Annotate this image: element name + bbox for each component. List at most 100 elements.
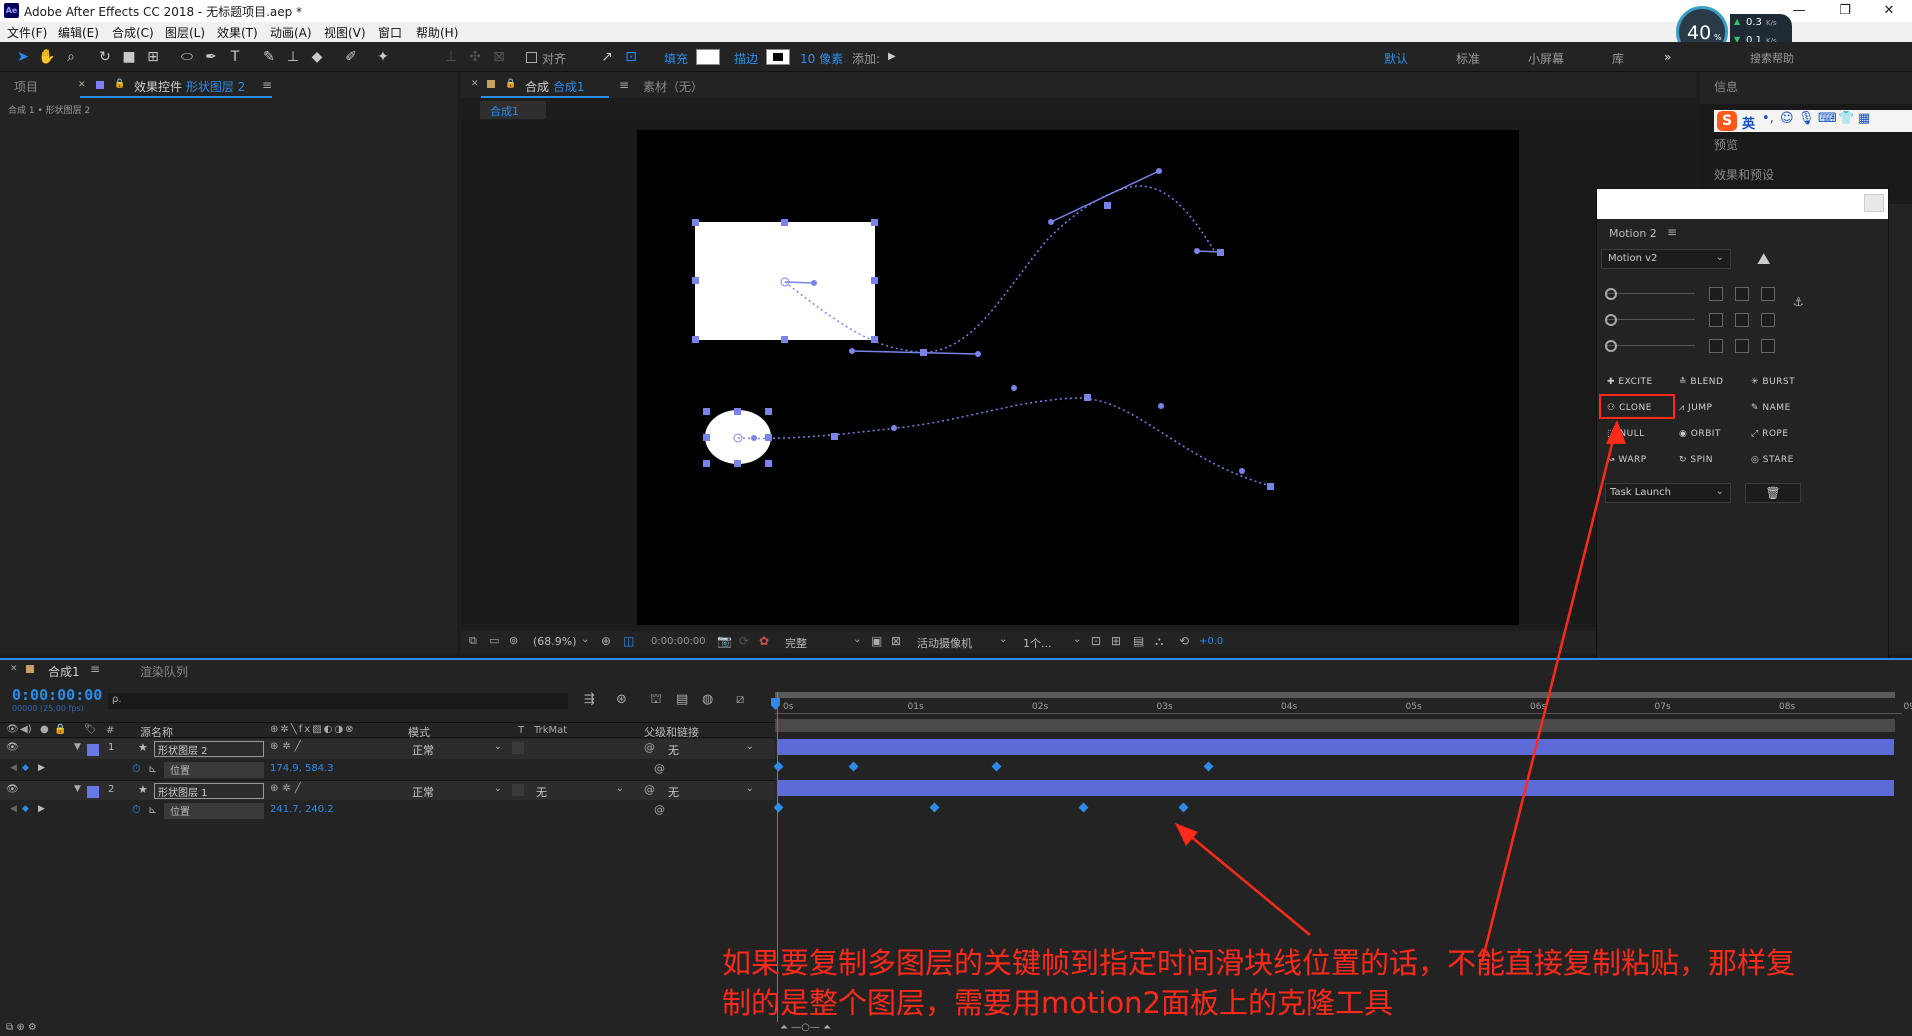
motion-close-button[interactable] <box>1864 194 1884 212</box>
panel-menu-icon[interactable]: ≡ <box>262 78 272 92</box>
hand-tool-icon[interactable]: ✋ <box>38 48 56 66</box>
ime-tools-icon[interactable]: ▦ <box>1858 111 1870 126</box>
easing-slider-1[interactable] <box>1607 293 1695 294</box>
spin-button[interactable]: ↻ SPIN <box>1679 455 1713 465</box>
layer-label-color[interactable] <box>87 786 99 798</box>
vr-icon[interactable]: ⊚ <box>509 634 518 647</box>
zoom-out-icon[interactable]: ⏶ —○— ⏶ <box>780 1022 831 1033</box>
trkmat-select[interactable]: 无 ⌄ <box>534 783 626 799</box>
world-axis-icon[interactable]: ✣ <box>466 48 484 66</box>
pick-whip-icon[interactable]: @ <box>644 741 655 754</box>
position-property-row[interactable]: ◀ ◆ ▶ ⏱ ⊾ 位置 174.9, 584.3 @ <box>0 760 775 780</box>
view-axis-icon[interactable]: ⊠ <box>490 48 508 66</box>
motion-version-select[interactable]: Motion v2 ⌄ <box>1601 249 1731 269</box>
stopwatch-icon[interactable]: ⏱ <box>132 762 141 776</box>
camera-select[interactable]: 活动摄像机 <box>917 635 972 651</box>
expand-twirl-icon[interactable]: ▼ <box>74 742 81 752</box>
add-menu-icon[interactable]: ▶ <box>888 51 896 62</box>
lock-switch-icon[interactable]: 🔒 <box>54 724 66 735</box>
prev-keyframe-icon[interactable]: ◀ <box>10 804 17 814</box>
selection-tool-icon[interactable]: ➤ <box>14 48 32 66</box>
ime-voice-icon[interactable]: 🎙 <box>1798 111 1815 126</box>
views-select[interactable]: 1个... <box>1023 635 1052 651</box>
draft-3d-icon[interactable]: ⊛ <box>616 692 627 707</box>
tab-effect-controls[interactable]: 效果控件 形状图层 2 <box>134 78 245 95</box>
graph-icon[interactable]: ⊾ <box>148 762 157 775</box>
add-keyframe-icon[interactable]: ◆ <box>22 804 29 814</box>
layer-label-color[interactable] <box>87 744 99 756</box>
blend-mode-select[interactable]: 正常 ⌄ <box>408 741 504 757</box>
monitor-icon[interactable]: ▭ <box>489 634 499 647</box>
close-tab-icon[interactable]: ✕ <box>10 664 18 674</box>
roto-brush-tool-icon[interactable]: ✐ <box>342 48 360 66</box>
frame-blending-icon[interactable]: ▤ <box>676 692 688 707</box>
motion-titlebar[interactable] <box>1597 189 1888 219</box>
camera-tool-icon[interactable]: ■ <box>120 48 138 66</box>
pan-behind-tool-icon[interactable]: ⊞ <box>144 48 162 66</box>
reset-exposure-icon[interactable]: ⟲ <box>1179 634 1189 648</box>
chevron-down-icon[interactable]: ⌄ <box>1073 634 1081 645</box>
motion-blur-icon[interactable]: ◍ <box>702 692 713 707</box>
menu-layer[interactable]: 图层(L) <box>165 24 205 41</box>
position-value[interactable]: 241.7, 240.2 <box>270 804 334 815</box>
trash-icon[interactable]: 🗑 <box>1745 483 1801 503</box>
timeline-icon[interactable]: ▤ <box>1133 634 1144 648</box>
close-tab-icon[interactable]: ✕ <box>78 80 86 90</box>
layer-row[interactable]: 👁 ▼ 2 ★ 形状图层 1 ⊕✲╱ 正常 ⌄ 无 ⌄ @ 无 ⌄ <box>0 780 775 800</box>
parent-select[interactable]: 无 ⌄ <box>664 783 756 799</box>
close-button[interactable]: ✕ <box>1866 0 1912 22</box>
close-tab-icon[interactable]: ✕ <box>471 79 479 89</box>
menu-window[interactable]: 窗口 <box>378 24 402 41</box>
menu-file[interactable]: 文件(F) <box>7 24 47 41</box>
rope-button[interactable]: ⤢ ROPE <box>1751 429 1789 439</box>
composition-canvas[interactable] <box>637 130 1519 625</box>
tab-footage[interactable]: 素材（无） <box>643 78 703 95</box>
lock-icon[interactable]: 🔒 <box>505 79 516 89</box>
menu-edit[interactable]: 编辑(E) <box>58 24 99 41</box>
menu-effect[interactable]: 效果(T) <box>217 24 258 41</box>
position-keyframe[interactable] <box>1178 802 1189 813</box>
always-preview-icon[interactable]: ⧉ <box>469 634 477 648</box>
visibility-eye-icon[interactable]: 👁 <box>6 742 19 753</box>
tab-render-queue[interactable]: 渲染队列 <box>140 663 188 680</box>
flowchart-icon[interactable]: ⛬ <box>1155 634 1163 649</box>
expression-pick-whip-icon[interactable]: @ <box>654 803 665 816</box>
trkmat-column[interactable]: TrkMat <box>534 725 567 736</box>
pick-whip-icon[interactable]: @ <box>644 783 655 796</box>
zoom-select[interactable]: (68.9%) <box>533 635 577 648</box>
time-ruler[interactable]: 0s 01s 02s 03s 04s 05s 06s 07s 08s 09s <box>775 698 1912 714</box>
puppet-pin-tool-icon[interactable]: ✦ <box>374 48 392 66</box>
layer-search-input[interactable]: ρ. <box>108 693 568 709</box>
position-keyframe[interactable] <box>991 761 1002 772</box>
toggle-switches-icon[interactable]: ⧉ ⊕ ⚙ <box>6 1022 37 1033</box>
blend-button[interactable]: ≛ BLEND <box>1679 377 1723 387</box>
shy-layers-icon[interactable]: ⛫ <box>650 692 662 709</box>
parent-column[interactable]: 父级和链接 <box>644 724 699 740</box>
panel-menu-icon[interactable]: ≡ <box>90 662 100 676</box>
prev-keyframe-icon[interactable]: ◀ <box>10 763 17 773</box>
layer-switches[interactable]: ⊕✲╱ <box>270 783 305 794</box>
chevron-down-icon[interactable]: ⌄ <box>581 634 589 645</box>
clone-stamp-tool-icon[interactable]: ⊥ <box>284 48 302 66</box>
warp-button[interactable]: ↝ WARP <box>1607 455 1647 465</box>
search-help-input[interactable]: 搜索帮助 <box>1750 50 1794 66</box>
audio-switch-icon[interactable]: ◀) <box>20 724 32 735</box>
workspace-small-screen[interactable]: 小屏幕 <box>1528 50 1564 67</box>
stare-button[interactable]: ◎ STARE <box>1751 455 1794 465</box>
stroke-swatch[interactable] <box>766 49 790 65</box>
position-keyframe[interactable] <box>1203 761 1213 772</box>
position-keyframe[interactable] <box>848 761 859 772</box>
menu-animation[interactable]: 动画(A) <box>270 24 312 41</box>
comp-mini-flowchart-icon[interactable]: ⇶ <box>584 692 595 707</box>
mask-visibility-icon[interactable]: ◫ <box>623 634 634 648</box>
tab-info[interactable]: 信息 <box>1714 78 1738 95</box>
expand-twirl-icon[interactable]: ▼ <box>74 784 81 794</box>
fast-previews-icon[interactable]: ⊞ <box>1111 634 1121 648</box>
transparency-grid-icon[interactable]: ⊠ <box>891 634 901 648</box>
pen-tool-icon[interactable]: ✒ <box>202 48 220 66</box>
chevron-down-icon[interactable]: ⌄ <box>853 634 861 645</box>
workspace-libraries[interactable]: 库 <box>1612 50 1624 67</box>
layer-name[interactable]: 形状图层 1 <box>154 783 264 799</box>
next-keyframe-icon[interactable]: ▶ <box>38 804 45 814</box>
chevron-down-icon[interactable]: ⌄ <box>999 634 1007 645</box>
